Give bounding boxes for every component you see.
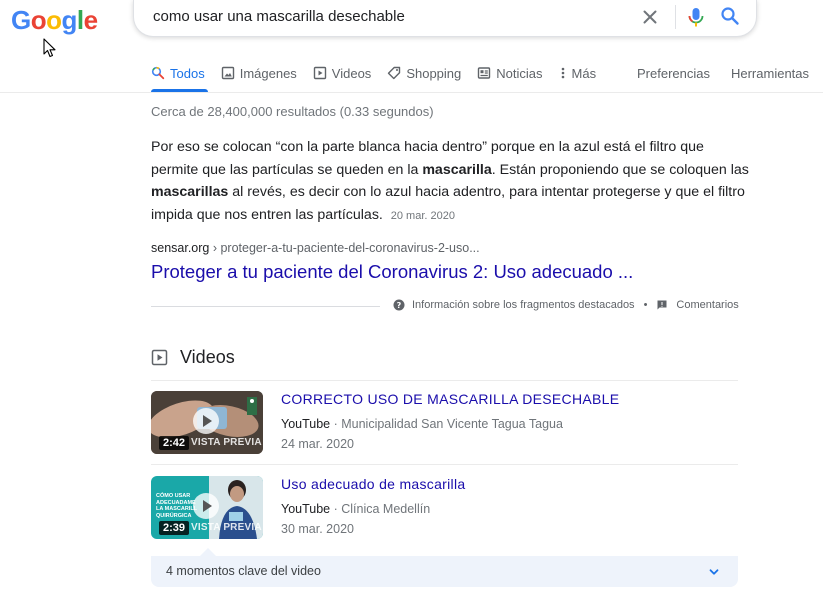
- videos-heading-label: Videos: [180, 347, 235, 367]
- video-date: 30 mar. 2020: [281, 522, 354, 536]
- logo-letter: l: [76, 5, 84, 35]
- video-result[interactable]: CÓMO USAR ADECUADAME LA MASCARILL QUIRÚR…: [151, 476, 738, 540]
- key-moments-label: 4 momentos clave del video: [166, 564, 321, 578]
- featured-snippet-footer: ? Información sobre los fragmentos desta…: [393, 299, 739, 311]
- thumbnail-caption-line: QUIRÚRGICA: [156, 512, 192, 519]
- video-channel: · Municipalidad San Vicente Tagua Tagua: [330, 417, 563, 431]
- svg-text:?: ?: [397, 301, 402, 310]
- video-thumbnail[interactable]: 2:42 VISTA PREVIA: [151, 391, 263, 454]
- tab-noticias[interactable]: Noticias: [477, 63, 543, 83]
- tab-imagenes[interactable]: Imágenes: [221, 63, 297, 83]
- result-title-link[interactable]: Proteger a tu paciente del Coronavirus 2…: [151, 261, 633, 283]
- preview-label: VISTA PREVIA: [191, 522, 262, 533]
- help-icon: ?: [393, 299, 405, 311]
- tab-videos[interactable]: Videos: [313, 63, 372, 83]
- tab-label: Más: [571, 65, 597, 81]
- separator-dot: •: [643, 299, 648, 311]
- search-divider: [675, 5, 676, 29]
- featured-snippet-text: Por eso se colocan “con la parte blanca …: [151, 136, 751, 227]
- play-icon: [193, 408, 219, 434]
- clear-icon[interactable]: [640, 7, 660, 27]
- search-input[interactable]: como usar una mascarilla desechable: [153, 8, 405, 25]
- microphone-icon[interactable]: [685, 5, 707, 29]
- tab-todos[interactable]: Todos: [151, 63, 205, 83]
- video-title-link[interactable]: CORRECTO USO DE MASCARILLA DESECHABLE: [281, 391, 619, 407]
- google-logo[interactable]: G o o g l e: [11, 5, 98, 35]
- news-icon: [478, 67, 491, 79]
- logo-letter: g: [61, 5, 78, 35]
- image-icon: [221, 66, 234, 80]
- tab-shopping[interactable]: Shopping: [387, 63, 461, 83]
- video-date: 24 mar. 2020: [281, 437, 354, 451]
- video-icon: [313, 66, 326, 80]
- video-duration: 2:42: [159, 436, 190, 450]
- video-platform: YouTube: [281, 502, 331, 516]
- tab-label: Shopping: [406, 65, 462, 81]
- logo-letter: o: [46, 5, 62, 35]
- search-box[interactable]: como usar una mascarilla desechable: [133, 0, 757, 37]
- logo-letter: o: [30, 5, 47, 35]
- video-platform: YouTube: [281, 417, 331, 431]
- thumbnail-caption-line: LA MASCARILL: [156, 506, 198, 512]
- result-stats: Cerca de 28,400,000 resultados (0.33 seg…: [151, 104, 434, 119]
- preview-label: VISTA PREVIA: [191, 437, 262, 448]
- tab-label: Todos: [170, 65, 205, 81]
- feedback-icon: [657, 300, 667, 310]
- snippet-highlight: mascarillas: [151, 184, 229, 200]
- snippet-text: . Están proponiendo que se coloquen las: [491, 161, 749, 178]
- search-tabs: Todos Imágenes Videos Shopping Noticias: [151, 63, 612, 83]
- snippet-highlight: mascarilla: [422, 161, 492, 178]
- video-thumbnail[interactable]: CÓMO USAR ADECUADAME LA MASCARILL QUIRÚR…: [151, 476, 263, 539]
- search-icon: [151, 66, 165, 80]
- tab-label: Videos: [331, 65, 372, 81]
- key-moments-pointer: [200, 548, 216, 556]
- feedback-link[interactable]: Comentarios: [676, 299, 738, 311]
- preferences-link[interactable]: Preferencias: [637, 63, 710, 83]
- video-channel: · Clínica Medellín: [330, 502, 431, 516]
- result-domain: sensar.org: [151, 241, 210, 255]
- play-icon: [193, 493, 219, 519]
- snippet-date: 20 mar. 2020: [390, 209, 455, 222]
- video-source: YouTube · Clínica Medellín: [281, 502, 430, 516]
- mouse-cursor-icon: [43, 38, 56, 58]
- more-vertical-icon: [561, 67, 564, 79]
- video-divider: [151, 464, 738, 465]
- featured-snippet-divider: [151, 306, 380, 307]
- search-tools: Preferencias Herramientas: [637, 63, 823, 83]
- tag-icon: [388, 66, 401, 80]
- logo-letter: G: [11, 5, 31, 35]
- logo-letter: e: [83, 5, 98, 35]
- tab-label: Noticias: [496, 65, 543, 81]
- thumbnail-caption: CÓMO USAR ADECUADAME LA MASCARILL QUIRÚR…: [156, 493, 197, 519]
- header-divider: [0, 92, 823, 93]
- video-title-link[interactable]: Uso adecuado de mascarilla: [281, 476, 465, 492]
- key-moments-expander[interactable]: 4 momentos clave del video: [151, 556, 738, 587]
- video-icon: [151, 349, 168, 366]
- result-breadcrumb[interactable]: sensar.org › proteger-a-tu-paciente-del-…: [151, 241, 480, 255]
- search-icon[interactable]: [719, 5, 741, 27]
- featured-snippet-info-link[interactable]: Información sobre los fragmentos destaca…: [412, 299, 635, 311]
- tools-link[interactable]: Herramientas: [731, 63, 809, 83]
- video-result[interactable]: 2:42 VISTA PREVIA CORRECTO USO DE MASCAR…: [151, 391, 738, 455]
- video-source: YouTube · Municipalidad San Vicente Tagu…: [281, 417, 563, 431]
- tab-mas[interactable]: Más: [559, 63, 597, 83]
- tab-label: Imágenes: [239, 65, 297, 81]
- video-divider: [151, 380, 738, 381]
- chevron-down-icon: [709, 569, 719, 575]
- result-path: › proteger-a-tu-paciente-del-coronavirus…: [209, 241, 480, 255]
- video-duration: 2:39: [159, 521, 190, 535]
- videos-heading: Videos: [151, 347, 235, 368]
